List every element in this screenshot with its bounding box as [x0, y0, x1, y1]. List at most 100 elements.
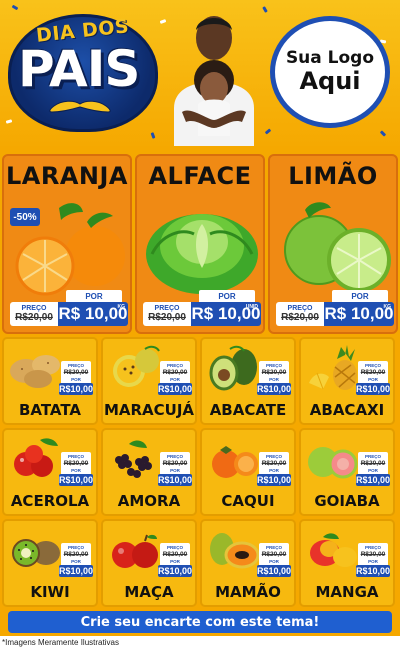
preco-label: PREÇO	[21, 305, 47, 312]
new-price: R$10,00	[356, 474, 391, 486]
mustache-icon	[49, 100, 111, 113]
product-name: MANGA	[315, 583, 379, 601]
guava-illustration	[308, 447, 358, 479]
price-tag: PREÇO R$20,00 POR R$10,00	[257, 543, 292, 577]
acerola-illustration	[14, 438, 58, 477]
new-price: R$10,00	[257, 383, 292, 395]
new-price: R$10,00	[59, 383, 94, 395]
apple-illustration	[112, 534, 158, 568]
product-card: PREÇO R$20,00 POR R$10,00 ABACATE	[200, 337, 296, 425]
product-name: ACEROLA	[10, 492, 90, 510]
new-price-box: R$ 10,00 UNID	[191, 302, 261, 326]
price-tag: POR PREÇO R$20,00 R$ 10,00 KG	[276, 290, 394, 326]
price-tag: PREÇO R$20,00 POR R$10,00	[158, 361, 193, 395]
old-price: R$20,00	[160, 369, 190, 377]
cta-banner[interactable]: Crie seu encarte com este tema!	[8, 611, 392, 633]
lettuce-illustration	[146, 214, 258, 294]
price-tag: PREÇO R$20,00 POR R$10,00	[59, 543, 94, 577]
price-tag: POR PREÇO R$20,00 R$ 10,00 KG	[10, 290, 128, 326]
discount-badge: -50%	[10, 208, 40, 226]
old-price: R$20,00	[61, 369, 91, 377]
featured-card: ALFACE POR PREÇO R$20,00 R$ 10,00 UNID	[135, 154, 265, 334]
price-tag: POR PREÇO R$20,00 R$ 10,00 UNID	[143, 290, 261, 326]
product-card: PREÇO R$20,00 POR R$10,00 MANGA	[299, 519, 395, 607]
new-price: R$10,00	[356, 383, 391, 395]
product-card: PREÇO R$20,00 POR R$10,00 KIWI	[2, 519, 98, 607]
product-card: PREÇO R$20,00 POR R$10,00 BATATA	[2, 337, 98, 425]
price-tag: PREÇO R$20,00 POR R$10,00	[158, 452, 193, 486]
new-price: R$10,00	[59, 474, 94, 486]
old-price: R$20,00	[281, 312, 319, 323]
product-card: PREÇO R$20,00 POR R$10,00 MAMÃO	[200, 519, 296, 607]
product-name: KIWI	[30, 583, 70, 601]
persimmon-illustration	[212, 446, 258, 478]
price-tag: PREÇO R$20,00 POR R$10,00	[257, 452, 292, 486]
preco-label: PREÇO	[287, 305, 313, 312]
confetti	[11, 4, 19, 11]
papaya-illustration	[210, 533, 260, 569]
new-price: R$10,00	[158, 383, 193, 395]
por-label: POR	[66, 290, 122, 302]
product-card: PREÇO R$20,00 POR R$10,00 AMORA	[101, 428, 197, 516]
product-card: PREÇO R$20,00 POR R$10,00 MARACUJÁ	[101, 337, 197, 425]
header-banner: DIA DOS PAIS Sua Logo Aqui	[0, 0, 400, 150]
confetti	[150, 132, 156, 139]
preco-label: PREÇO	[154, 305, 180, 312]
new-price-box: R$ 10,00 KG	[58, 302, 128, 326]
product-card: PREÇO R$20,00 POR R$10,00 ACEROLA	[2, 428, 98, 516]
confetti	[379, 130, 387, 137]
product-name: MAÇA	[124, 583, 174, 601]
old-price-box: PREÇO R$20,00	[276, 302, 324, 326]
new-price: R$10,00	[257, 474, 292, 486]
product-name: ALFACE	[148, 162, 252, 190]
featured-card: LIMÃO POR PREÇO R$20,00 R$ 10,00 KG	[268, 154, 398, 334]
product-name: AMORA	[117, 492, 181, 510]
old-price: R$20,00	[259, 460, 289, 468]
avocado-illustration	[209, 345, 257, 391]
old-price: R$20,00	[160, 460, 190, 468]
logo-text-line2: Aqui	[299, 67, 361, 96]
lime-illustration	[284, 202, 391, 292]
mango-illustration	[310, 533, 357, 567]
old-price: R$20,00	[61, 460, 91, 468]
por-label: POR	[199, 290, 255, 302]
kiwi-illustration	[12, 539, 60, 567]
product-card: PREÇO R$20,00 POR R$10,00 CAQUI	[200, 428, 296, 516]
passion-fruit-illustration	[113, 345, 160, 387]
old-price: R$20,00	[358, 460, 388, 468]
title-pais: PAIS	[18, 40, 140, 98]
old-price: R$20,00	[358, 551, 388, 559]
price-tag: PREÇO R$20,00 POR R$10,00	[158, 543, 192, 577]
product-name: BATATA	[18, 401, 82, 419]
disclaimer: *Imagens Meramente Ilustrativas	[0, 636, 400, 650]
confetti	[264, 128, 272, 135]
new-price: R$10,00	[257, 565, 292, 577]
price-tag: PREÇO R$20,00 POR R$10,00	[59, 452, 94, 486]
new-price: R$10,00	[158, 474, 193, 486]
product-card: PREÇO R$20,00 POR R$10,00 MAÇA	[101, 519, 197, 607]
product-name: CAQUI	[221, 492, 275, 510]
confetti	[5, 119, 13, 124]
logo-text-line1: Sua Logo	[285, 48, 375, 69]
price-tag: PREÇO R$20,00 POR R$10,00	[59, 361, 94, 395]
price-tag: PREÇO R$20,00 POR R$10,00	[356, 361, 391, 395]
product-card: PREÇO R$20,00 POR R$10,00 GOIABA	[299, 428, 395, 516]
new-price-box: R$ 10,00 KG	[324, 302, 394, 326]
product-name: LARANJA	[5, 162, 128, 190]
old-price: R$20,00	[160, 551, 190, 559]
product-card: PREÇO R$20,00 POR R$10,00 ABACAXI	[299, 337, 395, 425]
old-price: R$20,00	[61, 551, 91, 559]
father-son-photo	[174, 16, 254, 146]
pineapple-illustration	[309, 345, 357, 390]
confetti	[262, 6, 268, 13]
price-tag: PREÇO R$20,00 POR R$10,00	[356, 543, 390, 577]
por-label: POR	[332, 290, 388, 302]
old-price: R$20,00	[15, 312, 53, 323]
product-name: ABACATE	[209, 401, 287, 419]
old-price: R$20,00	[148, 312, 186, 323]
old-price: R$20,00	[259, 369, 289, 377]
new-price: R$10,00	[59, 565, 94, 577]
price-tag: PREÇO R$20,00 POR R$10,00	[356, 452, 391, 486]
price-tag: PREÇO R$20,00 POR R$10,00	[257, 361, 292, 395]
blackberry-illustration	[115, 440, 152, 478]
